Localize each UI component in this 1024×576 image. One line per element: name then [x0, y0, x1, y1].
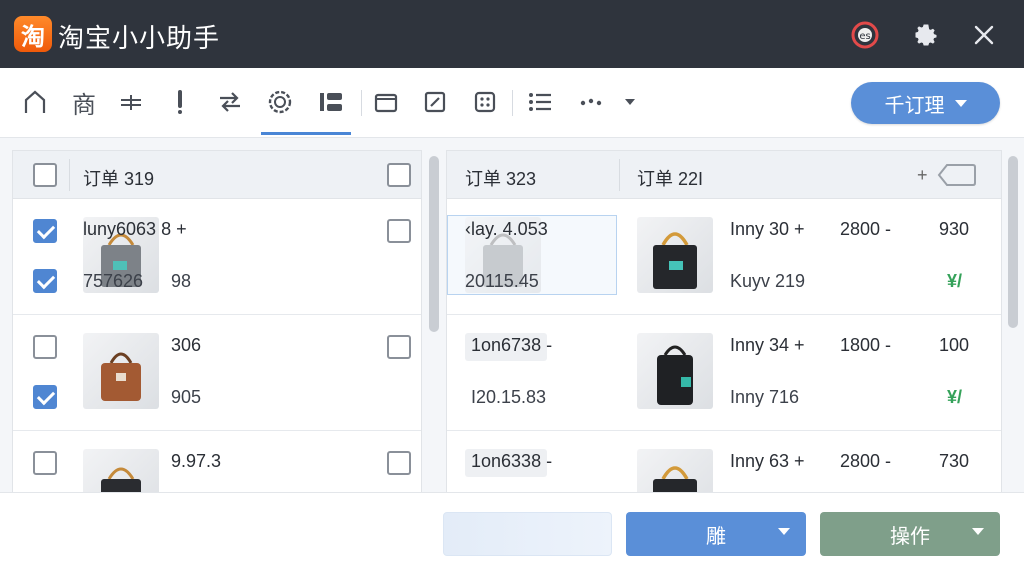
product-thumbnail — [83, 449, 159, 494]
row-checkbox-right[interactable] — [387, 219, 411, 243]
app-title: 淘宝小小助手 — [58, 23, 221, 53]
order-manage-button[interactable]: 千订理 — [851, 82, 1000, 124]
right-order-panel: 订单 323 订单 22I + ‹lay. 4.053 20115.45 Inn… — [446, 150, 1002, 495]
order-date: 20115.45 — [465, 271, 539, 291]
primary-dropdown-button[interactable]: 雕 — [626, 512, 806, 556]
header-checkbox-right[interactable] — [387, 163, 411, 187]
product-name: Inny 34 + — [730, 335, 805, 355]
product-price: 2800 - — [840, 451, 892, 471]
app-window: 淘 淘宝小小助手 es 商 千订理 订单 319 luny6063 8 + 75… — [0, 0, 1024, 576]
right-header-left-label: 订单 323 — [465, 169, 537, 189]
active-tool-indicator — [261, 132, 351, 135]
product-thumbnail — [637, 217, 713, 293]
order-code: 1on6338 - — [471, 451, 553, 471]
product-qty: 100 — [939, 335, 970, 355]
secondary-button[interactable] — [443, 512, 612, 556]
product-code: 9.97.3 — [171, 451, 222, 471]
left-header-label: 订单 319 — [83, 169, 155, 189]
order-row[interactable]: 1on6738 - I20.15.83 Inny 34 + 1800 - 100… — [447, 315, 1001, 431]
status-mark: ¥/ — [947, 271, 963, 291]
product-qty: 930 — [939, 219, 970, 239]
toolbar-separator — [512, 90, 513, 116]
product-sub: Kuyv 219 — [730, 271, 806, 291]
row-checkbox[interactable] — [33, 269, 57, 293]
product-code: luny6063 8 + — [83, 219, 187, 239]
goods-icon[interactable]: 商 — [66, 84, 102, 120]
taobao-logo-icon: 淘 — [14, 16, 52, 52]
footer-bar: 雕 操作 — [0, 492, 1024, 576]
close-icon[interactable] — [967, 18, 1001, 52]
left-panel-header: 订单 319 — [13, 151, 421, 199]
product-code: 306 — [171, 335, 202, 355]
product-qty: 905 — [171, 387, 202, 407]
chevron-down-icon[interactable] — [612, 84, 648, 120]
status-mark: ¥/ — [947, 387, 963, 407]
row-checkbox[interactable] — [33, 451, 57, 475]
left-order-panel: 订单 319 luny6063 8 + 757626 98 306 905 9.… — [12, 150, 422, 495]
settings-ring-icon[interactable] — [262, 84, 298, 120]
sync-icon[interactable] — [212, 84, 248, 120]
chevron-down-icon — [778, 528, 790, 535]
row-checkbox[interactable] — [33, 219, 57, 243]
header-plus[interactable]: + — [917, 165, 928, 186]
select-all-checkbox[interactable] — [33, 163, 57, 187]
product-id: 757626 — [83, 271, 144, 291]
product-qty: 98 — [171, 271, 192, 291]
order-row[interactable]: 306 905 — [13, 315, 421, 431]
order-row[interactable]: ‹lay. 4.053 20115.45 Inny 30 + 2800 - 93… — [447, 199, 1001, 315]
right-scrollbar[interactable] — [1008, 156, 1018, 328]
folder-icon[interactable] — [368, 84, 404, 120]
order-manage-label: 千订理 — [884, 94, 945, 117]
product-sub: Inny 716 — [730, 387, 800, 407]
filter-icon[interactable] — [113, 84, 149, 120]
right-header-right-label: 订单 22I — [637, 169, 704, 189]
row-checkbox-right[interactable] — [387, 335, 411, 359]
product-price: 2800 - — [840, 219, 892, 239]
gear-icon[interactable] — [909, 18, 943, 52]
header-divider — [69, 159, 70, 191]
action-button-label: 操作 — [890, 525, 930, 548]
tag-icon[interactable] — [937, 163, 977, 192]
bullet-list-icon[interactable] — [522, 84, 558, 120]
product-thumbnail — [637, 449, 713, 494]
order-date: I20.15.83 — [471, 387, 547, 407]
toolbar-separator — [361, 90, 362, 116]
list-bars-icon[interactable] — [313, 84, 349, 120]
product-name: Inny 30 + — [730, 219, 805, 239]
order-row[interactable]: luny6063 8 + 757626 98 — [13, 199, 421, 315]
home-icon[interactable] — [17, 84, 53, 120]
product-thumbnail — [637, 333, 713, 409]
product-thumbnail — [83, 333, 159, 409]
row-checkbox[interactable] — [33, 385, 57, 409]
action-dropdown-button[interactable]: 操作 — [820, 512, 1000, 556]
svg-text:es: es — [859, 31, 870, 42]
edit-icon[interactable] — [417, 84, 453, 120]
support-icon[interactable]: es — [848, 18, 882, 52]
grid-icon[interactable] — [467, 84, 503, 120]
flag-icon[interactable] — [162, 84, 198, 120]
order-row[interactable]: 1on6338 - Inny 63 + 2800 - 730 — [447, 431, 1001, 494]
product-name: Inny 63 + — [730, 451, 805, 471]
primary-button-label: 雕 — [706, 525, 726, 548]
order-code: ‹lay. 4.053 — [465, 219, 548, 239]
chevron-down-icon — [954, 99, 967, 107]
more-icon[interactable] — [574, 84, 610, 120]
product-price: 1800 - — [840, 335, 892, 355]
left-scrollbar[interactable] — [429, 156, 439, 332]
row-checkbox-right[interactable] — [387, 451, 411, 475]
order-row[interactable]: 9.97.3 — [13, 431, 421, 494]
chevron-down-icon — [972, 528, 984, 535]
product-qty: 730 — [939, 451, 970, 471]
row-checkbox[interactable] — [33, 335, 57, 359]
title-bar: 淘 淘宝小小助手 es — [0, 0, 1024, 68]
right-panel-header: 订单 323 订单 22I + — [447, 151, 1001, 199]
order-code: 1on6738 - — [471, 335, 553, 355]
header-divider — [619, 159, 620, 191]
